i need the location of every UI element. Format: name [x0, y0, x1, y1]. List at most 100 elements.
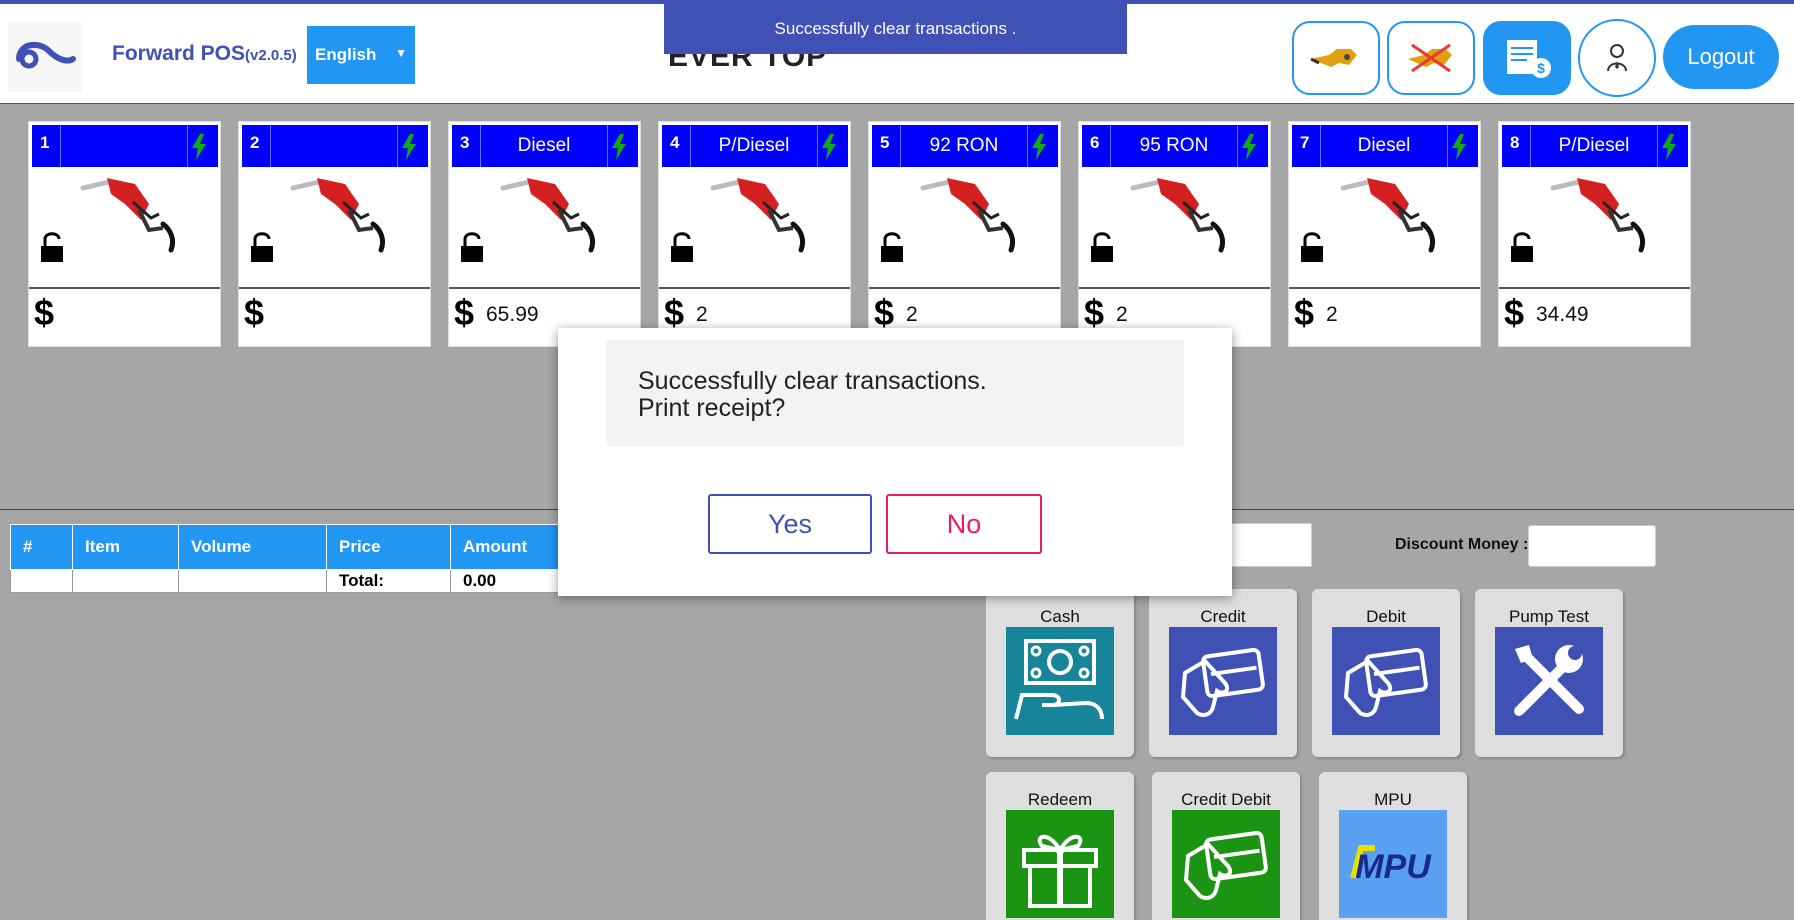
discount-money-label: Discount Money : [1395, 536, 1529, 553]
col-header-amount: Amount [450, 524, 561, 570]
currency-symbol: $ [1504, 292, 1525, 333]
payment-debit-button[interactable]: Debit [1312, 589, 1460, 757]
payment-label: Cash [1040, 607, 1080, 626]
pump-divider [869, 287, 1060, 289]
col-header-price: Price [326, 524, 451, 570]
payment-label: Redeem [1027, 790, 1093, 809]
pump-header: 7 Diesel [1292, 125, 1478, 167]
col-header-item: Item [72, 524, 179, 570]
unlock-icon [1091, 232, 1113, 262]
nozzle-disabled-icon [1408, 43, 1452, 73]
fuel-nozzle-icon [1550, 178, 1646, 253]
pump-header: 4 P/Diesel [662, 125, 848, 167]
currency-symbol: $ [1294, 292, 1315, 333]
language-value: English [315, 45, 377, 64]
pump-header: 2 [242, 125, 428, 167]
no-button[interactable]: No [886, 494, 1042, 554]
logout-button[interactable]: Logout [1663, 25, 1779, 89]
pump-fuel-type: Diesel [480, 125, 608, 167]
fuel-nozzle-icon [1130, 178, 1226, 253]
pump-amount: 65.99 [486, 303, 539, 326]
tools-icon [1495, 627, 1603, 735]
payment-label: Pump Test [1508, 607, 1589, 626]
pump-card-4[interactable]: 4 P/Diesel $2 [658, 121, 851, 347]
lightning-icon [1662, 134, 1676, 160]
currency-symbol: $ [454, 292, 475, 333]
pump-amount: 2 [1116, 303, 1128, 326]
cash-icon [1006, 627, 1114, 735]
app-logo-icon [8, 22, 82, 92]
pump-number: 2 [250, 133, 260, 152]
pump-amount: 34.49 [1536, 303, 1589, 326]
currency-symbol: $ [34, 292, 55, 333]
fuel-nozzle-icon [500, 178, 596, 253]
pump-card-6[interactable]: 6 95 RON $2 [1078, 121, 1271, 347]
nozzle-button[interactable] [1292, 21, 1380, 95]
payment-pump-test-button[interactable]: Pump Test [1475, 589, 1623, 757]
nozzle-disabled-button[interactable] [1387, 21, 1475, 95]
discount-percent-input[interactable] [1220, 523, 1312, 567]
mpu-logo-icon: MPU [1339, 810, 1447, 918]
fuel-nozzle-icon [920, 178, 1016, 253]
print-receipt-dialog: Successfully clear transactions. Print r… [558, 328, 1232, 596]
pump-card-7[interactable]: 7 Diesel $2 [1288, 121, 1481, 347]
col-header-volume: Volume [178, 524, 327, 570]
lightning-icon [1032, 134, 1046, 160]
dialog-message-line2: Print receipt? [638, 394, 786, 422]
svg-text:$: $ [1537, 60, 1545, 76]
lightning-icon [402, 134, 416, 160]
pump-number: 8 [1510, 133, 1520, 152]
pump-divider [659, 287, 850, 289]
pump-card-1[interactable]: 1 $ [28, 121, 221, 347]
lightning-icon [612, 134, 626, 160]
yes-button[interactable]: Yes [708, 494, 872, 554]
payment-label: Credit [1200, 607, 1246, 626]
pump-divider [29, 287, 220, 289]
payment-redeem-button[interactable]: Redeem [986, 772, 1134, 920]
pump-divider [449, 287, 640, 289]
pump-fuel-type: 92 RON [900, 125, 1028, 167]
unlock-icon [1301, 232, 1323, 262]
pump-card-5[interactable]: 5 92 RON $2 [868, 121, 1061, 347]
app-version: (v2.0.5) [245, 47, 297, 64]
dialog-message-line1: Successfully clear transactions. [638, 367, 987, 395]
pump-card-8[interactable]: 8 P/Diesel $34.49 [1498, 121, 1691, 347]
credit-card-icon [1169, 627, 1277, 735]
discount-money-input[interactable] [1528, 525, 1656, 567]
payment-label: Debit [1366, 607, 1406, 626]
payment-mpu-button[interactable]: MPU MPU [1319, 772, 1467, 920]
total-cell-empty [10, 569, 73, 593]
payment-credit-debit-button[interactable]: Credit Debit [1152, 772, 1300, 920]
pump-card-2[interactable]: 2 $ [238, 121, 431, 347]
pump-header: 3 Diesel [452, 125, 638, 167]
payment-cash-button[interactable]: Cash [986, 589, 1134, 757]
pump-amount: 2 [1326, 303, 1338, 326]
total-value: 0.00 [450, 569, 561, 593]
language-select[interactable]: English ▼ [307, 26, 415, 84]
currency-symbol: $ [244, 292, 265, 333]
lightning-icon [1242, 134, 1256, 160]
toast-notification: Successfully clear transactions . [664, 4, 1127, 54]
pump-number: 7 [1300, 133, 1310, 152]
unlock-icon [671, 232, 693, 262]
lightning-icon [822, 134, 836, 160]
pump-number: 4 [670, 133, 680, 152]
pump-header: 6 95 RON [1082, 125, 1268, 167]
pump-number: 1 [40, 133, 50, 152]
payment-credit-button[interactable]: Credit [1149, 589, 1297, 757]
fuel-nozzle-icon [290, 178, 386, 253]
pump-fuel-type: Diesel [1320, 125, 1448, 167]
pump-number: 3 [460, 133, 470, 152]
unlock-icon [41, 232, 63, 262]
payment-label: MPU [1374, 790, 1412, 809]
total-label: Total: [326, 569, 451, 593]
pump-header: 8 P/Diesel [1502, 125, 1688, 167]
fuel-nozzle-icon [1340, 178, 1436, 253]
pump-card-3[interactable]: 3 Diesel $65.99 [448, 121, 641, 347]
transaction-table: # Item Volume Price Amount Total: 0.00 [10, 524, 561, 593]
invoice-button[interactable]: $ [1483, 21, 1571, 95]
user-button[interactable] [1578, 19, 1656, 97]
table-header-row: # Item Volume Price Amount [10, 524, 561, 570]
app-title: Forward POS(v2.0.5) [112, 42, 297, 66]
gift-icon [1006, 810, 1114, 918]
